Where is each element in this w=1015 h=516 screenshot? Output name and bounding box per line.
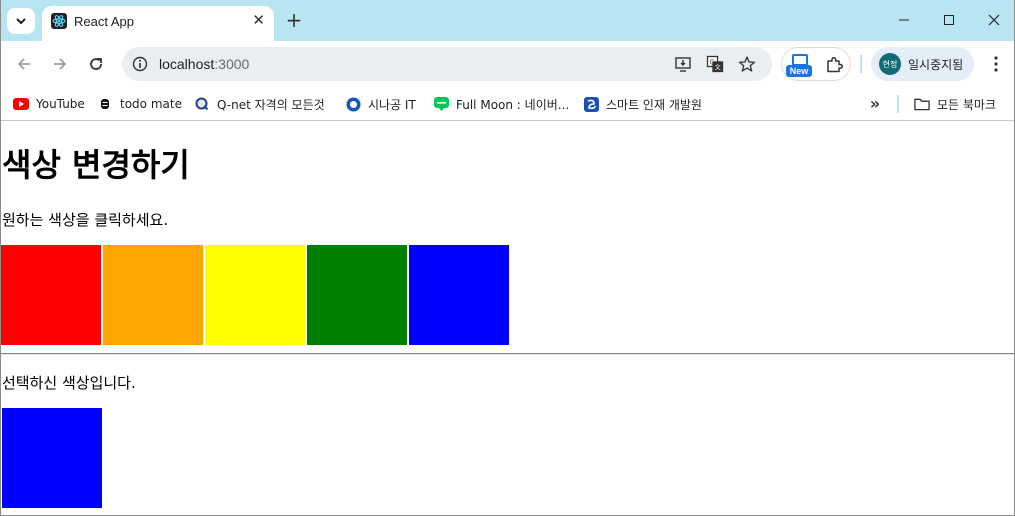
color-swatch-yellow[interactable] [205, 245, 305, 345]
bookmark-label: 스마트 인재 개발원 [606, 97, 702, 112]
instruction-text: 원하는 색상을 클릭하세요. [2, 211, 169, 229]
extensions-group: New [781, 47, 851, 81]
browser-toolbar: localhost:3000 G文 New 현정 일시중지됨 [1, 41, 1014, 87]
tab-title: React App [74, 14, 134, 29]
tab-search-button[interactable] [7, 8, 35, 34]
color-swatch-orange[interactable] [103, 245, 203, 345]
tab-strip: React App ✕ + [1, 0, 1014, 41]
bookmark-sinagong[interactable]: 시나공 IT [345, 94, 416, 114]
translate-icon[interactable]: G文 [705, 54, 725, 74]
page-title: 색상 변경하기 [2, 146, 190, 184]
color-swatch-red[interactable] [1, 245, 101, 345]
close-icon[interactable]: ✕ [252, 11, 265, 29]
minimize-icon[interactable] [894, 10, 914, 30]
browser-tab[interactable]: React App ✕ [42, 6, 274, 41]
bookmark-smart-talent[interactable]: 스마트 인재 개발원 [583, 94, 702, 114]
blog-icon [433, 96, 449, 112]
react-icon [51, 13, 67, 29]
url-host: localhost [159, 56, 215, 72]
page-content: 색상 변경하기 원하는 색상을 클릭하세요. 선택하신 색상입니다. [1, 122, 1014, 515]
selected-color-box [2, 408, 102, 508]
color-swatch-blue[interactable] [409, 245, 509, 345]
forward-arrow-icon[interactable] [49, 53, 71, 75]
site-info-icon[interactable] [130, 54, 150, 74]
smart-icon [583, 96, 599, 112]
extensions-puzzle-icon[interactable] [824, 55, 844, 75]
selected-color-label: 선택하신 색상입니다. [2, 374, 136, 392]
bookmark-label: Q-net 자격의 모든것 [217, 97, 325, 112]
bookmark-star-icon[interactable] [737, 54, 757, 74]
extension-new-badge: New [786, 65, 812, 77]
chevron-down-icon [16, 18, 26, 25]
url-port: :3000 [214, 56, 250, 72]
all-bookmarks-label: 모든 북마크 [937, 97, 997, 112]
profile-button[interactable]: 현정 일시중지됨 [871, 47, 974, 81]
bookmark-full-moon-blog[interactable]: Full Moon : 네이버... [433, 94, 569, 114]
bookmark-label: Full Moon : 네이버... [456, 97, 570, 112]
new-tab-button[interactable]: + [285, 8, 303, 32]
bookmark-qnet[interactable]: Q-net 자격의 모든것 [194, 94, 325, 114]
qnet-icon [194, 96, 210, 112]
svg-text:文: 文 [715, 64, 721, 72]
reload-icon[interactable] [85, 53, 107, 75]
window-close-icon[interactable] [984, 10, 1004, 30]
install-app-icon[interactable] [673, 54, 693, 74]
url-text: localhost:3000 [159, 56, 249, 72]
more-bookmarks-chevron-icon[interactable]: » [866, 94, 884, 114]
bookmarks-divider [897, 95, 899, 113]
avatar: 현정 [879, 53, 901, 75]
bookmark-youtube[interactable]: YouTube [13, 94, 85, 114]
toolbar-divider [860, 55, 862, 73]
address-bar[interactable]: localhost:3000 G文 [122, 47, 772, 81]
all-bookmarks-folder[interactable]: 모든 북마크 [914, 94, 996, 114]
bookmark-label: YouTube [36, 97, 85, 111]
profile-status-label: 일시중지됨 [908, 58, 964, 72]
divider [1, 353, 1014, 355]
bookmark-label: todo mate [120, 97, 182, 111]
color-swatch-green[interactable] [307, 245, 407, 345]
bookmarks-bar: YouTube todo mate Q-net 자격의 모든것 시나공 IT F… [1, 87, 1014, 121]
bookmark-label: 시나공 IT [368, 97, 416, 112]
extension-new-icon[interactable]: New [786, 54, 812, 78]
todo-mate-icon [97, 96, 113, 112]
folder-icon [914, 96, 930, 112]
back-arrow-icon[interactable] [13, 53, 35, 75]
youtube-icon [13, 96, 29, 112]
maximize-icon[interactable] [939, 10, 959, 30]
kebab-menu-icon[interactable] [986, 53, 1006, 75]
bookmark-todo-mate[interactable]: todo mate [97, 94, 182, 114]
sinagong-icon [345, 96, 361, 112]
